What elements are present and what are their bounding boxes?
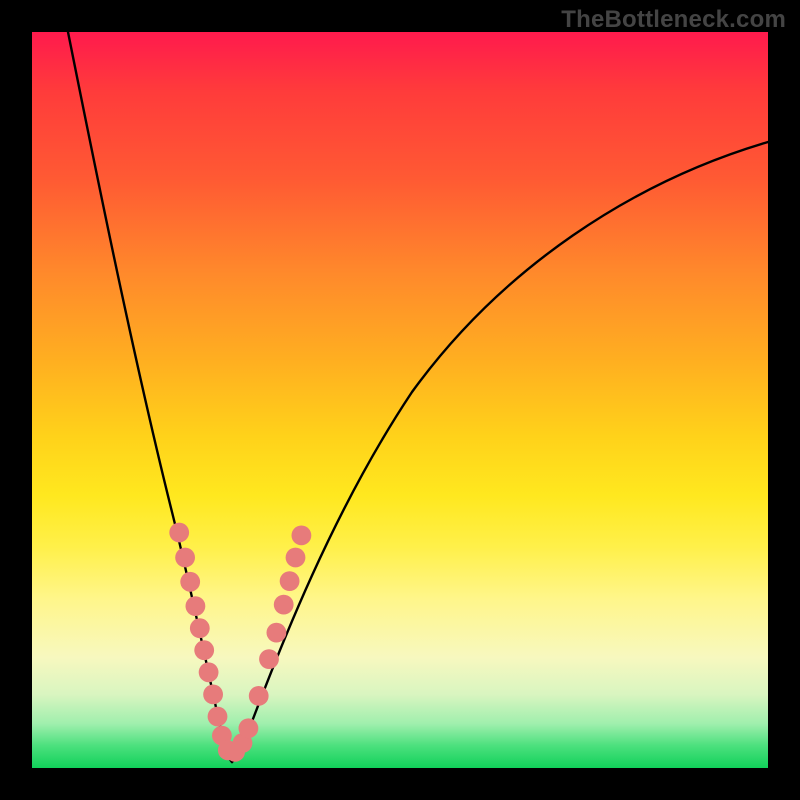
data-point-marker: [175, 548, 195, 568]
data-point-marker: [186, 596, 206, 616]
marker-group: [169, 523, 311, 762]
chart-frame: TheBottleneck.com: [0, 0, 800, 800]
data-point-marker: [208, 707, 228, 727]
data-point-marker: [249, 686, 269, 706]
plot-area: [32, 32, 768, 768]
data-point-marker: [180, 572, 200, 592]
data-point-marker: [190, 618, 210, 638]
data-point-marker: [286, 548, 306, 568]
data-point-marker: [292, 526, 312, 546]
data-point-marker: [239, 718, 259, 738]
watermark-text: TheBottleneck.com: [561, 6, 786, 34]
data-point-marker: [169, 523, 189, 543]
data-point-marker: [280, 571, 300, 591]
data-point-marker: [259, 649, 279, 669]
data-point-marker: [194, 640, 214, 660]
data-point-marker: [267, 623, 287, 643]
curve-layer: [32, 32, 768, 768]
data-point-marker: [199, 662, 219, 682]
right-branch-curve: [232, 142, 768, 762]
data-point-marker: [203, 685, 223, 705]
data-point-marker: [274, 595, 294, 615]
